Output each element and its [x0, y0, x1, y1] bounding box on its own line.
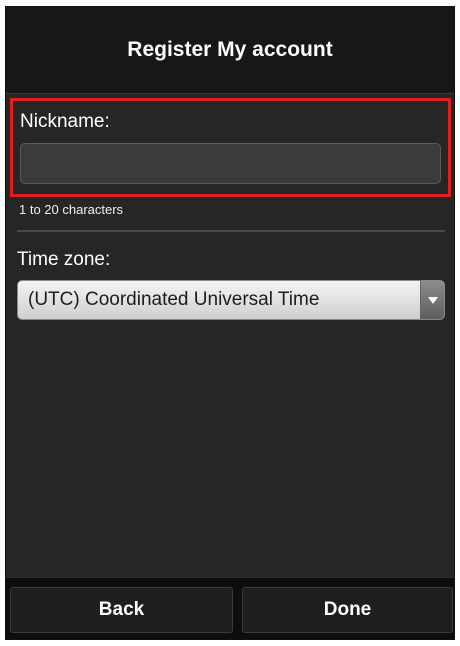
chevron-down-icon[interactable]	[420, 281, 444, 319]
register-account-screen: Register My account Nickname: 1 to 20 ch…	[5, 6, 455, 640]
nickname-input[interactable]	[20, 143, 441, 184]
divider	[17, 230, 445, 232]
back-button[interactable]: Back	[10, 587, 233, 633]
nickname-label: Nickname:	[20, 111, 110, 132]
timezone-select[interactable]: (UTC) Coordinated Universal Time	[17, 280, 445, 320]
timezone-selected-value: (UTC) Coordinated Universal Time	[28, 289, 320, 310]
nickname-highlight-box: Nickname:	[10, 98, 451, 197]
nickname-hint: 1 to 20 characters	[19, 202, 124, 217]
timezone-label: Time zone:	[17, 249, 111, 270]
footer-bar: Back Done	[6, 577, 454, 639]
header-bar: Register My account	[6, 7, 454, 94]
done-button[interactable]: Done	[242, 587, 453, 633]
page-title: Register My account	[127, 38, 333, 61]
